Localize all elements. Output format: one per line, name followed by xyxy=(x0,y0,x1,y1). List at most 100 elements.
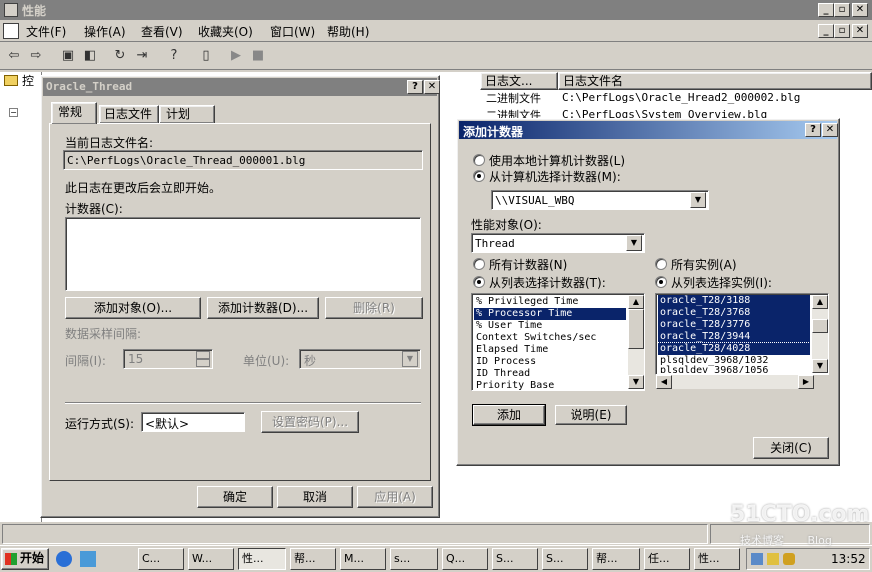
instances-hscrollbar[interactable]: ◀ ▶ xyxy=(656,375,814,389)
new-log-icon[interactable]: ▯ xyxy=(196,46,216,66)
back-arrow-icon[interactable]: ⇦ xyxy=(4,46,24,66)
list-item[interactable]: oracle_T28/3188 xyxy=(658,295,810,307)
shield-icon[interactable] xyxy=(783,553,795,565)
close-button[interactable]: ✕ xyxy=(852,3,868,17)
set-password-button[interactable]: 设置密码(P)... xyxy=(261,411,359,433)
list-item[interactable]: oracle_T28/3768 xyxy=(658,307,810,319)
taskbar-item[interactable]: 帮... xyxy=(290,548,336,570)
child-minimize-button[interactable]: _ xyxy=(818,24,834,38)
scroll-thumb[interactable] xyxy=(628,309,644,349)
tab-general[interactable]: 常规 xyxy=(51,102,97,124)
list-row-file[interactable]: C:\PerfLogs\Oracle_Hread2_000002.blg xyxy=(562,91,800,104)
list-item[interactable]: % Processor Time xyxy=(474,308,626,320)
list-item[interactable]: % Privileged Time xyxy=(474,296,626,308)
list-item[interactable]: oracle_T28/4028 xyxy=(657,342,811,356)
list-item[interactable]: ID Process xyxy=(474,356,626,368)
instances-listbox[interactable]: oracle_T28/3188 oracle_T28/3768 oracle_T… xyxy=(655,293,829,375)
scroll-up-icon[interactable]: ▲ xyxy=(812,295,828,309)
counters-scrollbar[interactable]: ▲ ▼ xyxy=(628,295,644,389)
tree-root-label[interactable]: 控 xyxy=(22,72,34,89)
menu-window[interactable]: 窗口(W) xyxy=(270,22,315,42)
child-restore-button[interactable]: ▫ xyxy=(834,24,850,38)
column-header-type[interactable]: 日志文... xyxy=(480,72,558,90)
start-button[interactable]: 开始 xyxy=(1,548,49,570)
network-icon[interactable] xyxy=(751,553,763,565)
list-item[interactable]: plsqldev_3968/1056 xyxy=(658,365,810,373)
list-item[interactable]: Priority Base xyxy=(474,380,626,390)
counters-listbox[interactable]: % Privileged Time % Processor Time % Use… xyxy=(471,293,645,391)
scroll-right-icon[interactable]: ▶ xyxy=(798,375,814,389)
list-item[interactable]: ID Thread xyxy=(474,368,626,380)
close-dialog-button[interactable]: 关闭(C) xyxy=(753,437,829,459)
add-button[interactable]: 添加 xyxy=(472,404,546,426)
spin-up-icon[interactable] xyxy=(196,351,210,359)
tab-schedule[interactable]: 计划 xyxy=(159,105,215,124)
spin-down-icon[interactable] xyxy=(196,359,210,367)
taskbar-item[interactable]: Q... xyxy=(442,548,488,570)
interval-spinner[interactable]: 15 xyxy=(123,349,213,369)
scroll-left-icon[interactable]: ◀ xyxy=(656,375,672,389)
menu-help[interactable]: 帮助(H) xyxy=(327,22,369,42)
taskbar-item[interactable]: 任... xyxy=(644,548,690,570)
export-icon[interactable]: ⇥ xyxy=(132,46,152,66)
radio-all-instances[interactable] xyxy=(655,258,667,270)
dropdown-arrow-icon[interactable]: ▼ xyxy=(690,192,706,208)
volume-icon[interactable] xyxy=(767,553,779,565)
properties-close-button[interactable]: ✕ xyxy=(424,80,440,94)
taskbar-item[interactable]: 性... xyxy=(238,548,286,570)
add-counters-button[interactable]: 添加计数器(D)... xyxy=(207,297,319,319)
taskbar-item[interactable]: S... xyxy=(492,548,538,570)
radio-select-instances[interactable] xyxy=(655,276,667,288)
scroll-thumb[interactable] xyxy=(812,319,828,333)
taskbar-item[interactable]: S... xyxy=(542,548,588,570)
remove-button[interactable]: 删除(R) xyxy=(325,297,423,319)
quicklaunch-icon[interactable] xyxy=(80,551,96,567)
maximize-button[interactable]: ▫ xyxy=(834,3,850,17)
dropdown-arrow-icon[interactable]: ▼ xyxy=(402,351,418,367)
list-item[interactable]: oracle_T28/3944 xyxy=(658,331,810,343)
menu-file[interactable]: 文件(F) xyxy=(26,22,66,42)
taskbar-item[interactable]: M... xyxy=(340,548,386,570)
add-counter-close-button[interactable]: ✕ xyxy=(822,123,838,137)
perf-object-select[interactable]: Thread ▼ xyxy=(471,233,645,253)
stop-icon[interactable]: ■ xyxy=(248,46,268,66)
apply-button[interactable]: 应用(A) xyxy=(357,486,433,508)
column-header-filename[interactable]: 日志文件名 xyxy=(558,72,872,90)
radio-select-counters[interactable] xyxy=(473,276,485,288)
ie-icon[interactable] xyxy=(56,551,72,567)
tab-log-files[interactable]: 日志文件 xyxy=(99,105,159,124)
menu-action[interactable]: 操作(A) xyxy=(84,22,126,42)
taskbar-item[interactable]: 性... xyxy=(694,548,740,570)
scroll-up-icon[interactable]: ▲ xyxy=(628,295,644,309)
add-counter-help-button[interactable]: ? xyxy=(805,123,821,137)
counters-list[interactable] xyxy=(65,217,421,291)
show-tree-icon[interactable]: ◧ xyxy=(80,46,100,66)
help-icon[interactable]: ? xyxy=(164,46,184,66)
taskbar-item[interactable]: 帮... xyxy=(592,548,640,570)
menu-favorites[interactable]: 收藏夹(O) xyxy=(198,22,253,42)
list-item[interactable]: oracle_T28/3776 xyxy=(658,319,810,331)
cancel-button[interactable]: 取消 xyxy=(277,486,353,508)
list-item[interactable]: % User Time xyxy=(474,320,626,332)
ok-button[interactable]: 确定 xyxy=(197,486,273,508)
dropdown-arrow-icon[interactable]: ▼ xyxy=(626,235,642,251)
run-as-field[interactable]: <默认> xyxy=(141,412,245,432)
list-item[interactable]: Elapsed Time xyxy=(474,344,626,356)
tree-expand-icon[interactable]: − xyxy=(9,108,18,117)
radio-local-computer[interactable] xyxy=(473,154,485,166)
scroll-down-icon[interactable]: ▼ xyxy=(628,375,644,389)
unit-select[interactable]: 秒 ▼ xyxy=(299,349,421,369)
computer-select[interactable]: \\VISUAL_WBQ ▼ xyxy=(491,190,709,210)
taskbar-item[interactable]: C... xyxy=(138,548,184,570)
taskbar-item[interactable]: W... xyxy=(188,548,234,570)
list-row-type[interactable]: 二进制文件 xyxy=(486,90,541,106)
add-objects-button[interactable]: 添加对象(O)... xyxy=(65,297,201,319)
scroll-down-icon[interactable]: ▼ xyxy=(812,359,828,373)
explain-button[interactable]: 说明(E) xyxy=(555,405,627,425)
properties-help-button[interactable]: ? xyxy=(407,80,423,94)
instances-scrollbar[interactable]: ▲ ▼ xyxy=(812,295,828,373)
refresh-icon[interactable]: ↻ xyxy=(110,46,130,66)
menu-view[interactable]: 查看(V) xyxy=(141,22,183,42)
taskbar-item[interactable]: s... xyxy=(390,548,438,570)
radio-select-computer[interactable] xyxy=(473,170,485,182)
